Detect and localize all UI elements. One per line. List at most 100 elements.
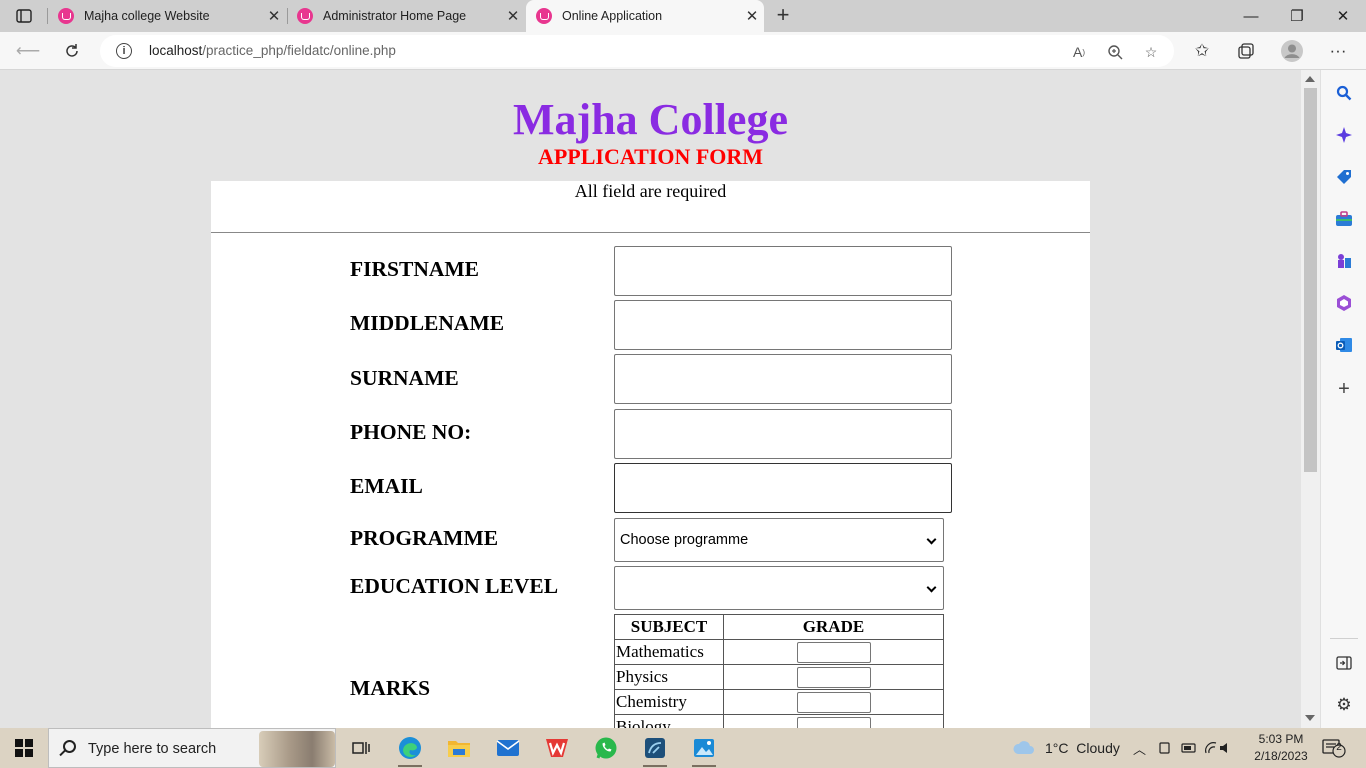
clock-date: 2/18/2023 [1254,749,1308,763]
close-tab-icon[interactable]: ✕ [740,7,764,25]
college-name-heading: Majha College [513,95,788,144]
edge-taskbar-icon[interactable] [390,732,430,767]
add-favorite-icon[interactable]: ☆ [1140,41,1162,63]
firstname-input[interactable] [614,246,952,296]
programme-select[interactable]: Choose programme [614,518,944,562]
whatsapp-icon[interactable] [586,732,626,764]
grade-cell [723,714,944,728]
search-highlight-image[interactable] [259,731,335,767]
mysql-workbench-icon[interactable] [635,732,675,767]
close-tab-icon[interactable]: ✕ [501,7,525,25]
cloud-icon [1013,741,1034,754]
clock-time: 5:03 PM [1258,732,1304,746]
site-info-icon[interactable]: i [116,43,132,59]
grade-input-mathematics[interactable] [796,641,871,663]
windows-taskbar: Type here to search 1°C Cloudy ︿ 5:03 PM… [0,728,1366,768]
table-row: Physics [614,664,944,690]
required-note: All field are required [574,181,727,201]
middlename-input[interactable] [614,300,952,350]
microsoft-365-icon[interactable] [1333,292,1355,314]
clock[interactable]: 5:03 PM 2/18/2023 [1252,731,1310,765]
close-tab-icon[interactable]: ✕ [262,7,286,25]
table-row: Biology [614,714,944,728]
copilot-sparkle-icon[interactable] [1333,124,1355,146]
settings-more-icon[interactable]: ··· [1323,36,1353,66]
games-chess-icon[interactable] [1333,250,1355,272]
weather-widget[interactable]: 1°C Cloudy [1012,728,1120,768]
show-hidden-icons-chevron-up-icon[interactable]: ︿ [1133,728,1146,768]
grade-header: GRADE [723,614,944,640]
email-label: EMAIL [350,474,423,498]
chevron-down-icon [926,582,937,593]
search-icon [63,740,76,753]
page-content: Majha College APPLICATION FORM All field… [0,70,1301,728]
sidebar-divider [1330,638,1358,639]
url-text[interactable]: localhost/practice_php/fieldatc/online.p… [149,43,396,58]
tab-administrator-home-page[interactable]: Administrator Home Page ✕ [287,0,525,32]
file-explorer-icon[interactable] [439,732,479,764]
new-tab-button[interactable]: + [770,4,796,28]
chevron-down-icon [926,534,937,545]
grade-input-physics[interactable] [796,666,871,688]
notifications-icon[interactable]: 2 [1322,738,1346,758]
programme-label: PROGRAMME [350,526,499,550]
weather-text: 1°C Cloudy [1045,740,1120,756]
close-window-button[interactable]: ✕ [1320,0,1366,32]
tab-title: Majha college Website [84,9,210,23]
marks-label: MARKS [350,676,431,700]
photos-icon[interactable] [684,732,724,767]
tab-majha-college-website[interactable]: Majha college Website ✕ [48,0,286,32]
address-bar[interactable]: i localhost/practice_php/fieldatc/online… [100,35,1174,67]
vertical-scrollbar[interactable] [1301,70,1320,728]
scrollbar-thumb[interactable] [1304,88,1317,472]
grade-input-chemistry[interactable] [796,691,871,713]
outlook-icon[interactable] [1333,334,1355,356]
surname-input[interactable] [614,354,952,404]
form-title: APPLICATION FORM [537,144,764,169]
tab-online-application[interactable]: Online Application ✕ [526,0,764,32]
tab-title: Administrator Home Page [323,9,467,23]
middlename-label: MIDDLENAME [350,311,505,335]
search-icon[interactable] [1333,82,1355,104]
grade-input-biology[interactable] [796,716,871,728]
zoom-icon[interactable] [1104,41,1126,63]
browser-sidebar: + ⚙ [1320,70,1366,728]
browser-toolbar: ⟵ i localhost/practice_php/fieldatc/onli… [0,32,1366,70]
system-tray-icons [1158,728,1230,768]
programme-selected-value: Choose programme [620,532,749,548]
subject-cell: Chemistry [614,689,724,715]
table-header-row: SUBJECT GRADE [614,614,944,640]
shopping-tag-icon[interactable] [1333,166,1355,188]
marks-table: SUBJECT GRADE Mathematics Physics Chemis… [614,614,944,728]
grade-cell [723,689,944,715]
add-sidebar-app-icon[interactable]: + [1333,378,1355,400]
tools-briefcase-icon[interactable] [1333,208,1355,230]
collections-icon[interactable] [1231,36,1261,66]
subject-cell: Mathematics [614,639,724,665]
hide-sidebar-icon[interactable] [1333,652,1355,674]
task-view-icon[interactable] [341,732,381,764]
phone-label: PHONE NO: [350,420,472,444]
favorites-icon[interactable]: ✩ [1187,36,1217,66]
scroll-down-arrow-icon[interactable] [1305,715,1315,721]
education-level-label: EDUCATION LEVEL [350,574,559,598]
profile-avatar[interactable] [1277,36,1307,66]
minimize-button[interactable]: — [1228,0,1274,32]
back-button[interactable]: ⟵ [13,36,43,66]
restore-button[interactable]: ❐ [1274,0,1320,32]
email-input[interactable] [614,463,952,513]
sidebar-settings-gear-icon[interactable]: ⚙ [1333,694,1355,716]
browser-tab-strip: Majha college Website ✕ Administrator Ho… [0,0,1366,32]
phone-input[interactable] [614,409,952,459]
scroll-up-arrow-icon[interactable] [1305,76,1315,82]
taskbar-search-box[interactable]: Type here to search [48,728,336,768]
wps-office-icon[interactable] [537,732,577,764]
education-level-select[interactable] [614,566,944,610]
refresh-button[interactable] [57,36,87,66]
divider [211,232,1090,233]
mail-icon[interactable] [488,732,528,764]
start-button[interactable] [0,728,48,768]
tab-actions-icon[interactable] [10,6,38,26]
read-aloud-icon[interactable]: A) [1068,41,1090,63]
favicon-icon [297,8,313,24]
